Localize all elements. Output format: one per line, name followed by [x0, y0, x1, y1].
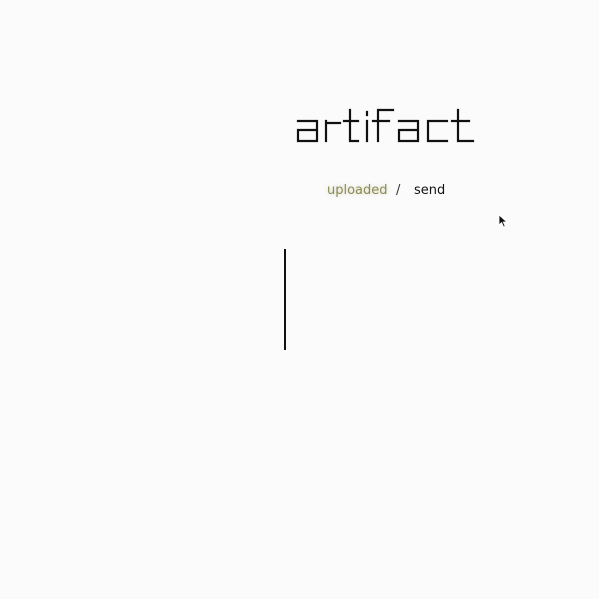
text-caret	[284, 249, 286, 350]
tab-send[interactable]: send	[414, 182, 445, 200]
view-nav: uploaded / send	[0, 182, 599, 202]
tab-uploaded[interactable]: uploaded	[327, 182, 388, 200]
mouse-pointer-icon	[498, 214, 508, 228]
nav-separator: /	[396, 183, 401, 198]
artifact-logo	[295, 108, 477, 144]
